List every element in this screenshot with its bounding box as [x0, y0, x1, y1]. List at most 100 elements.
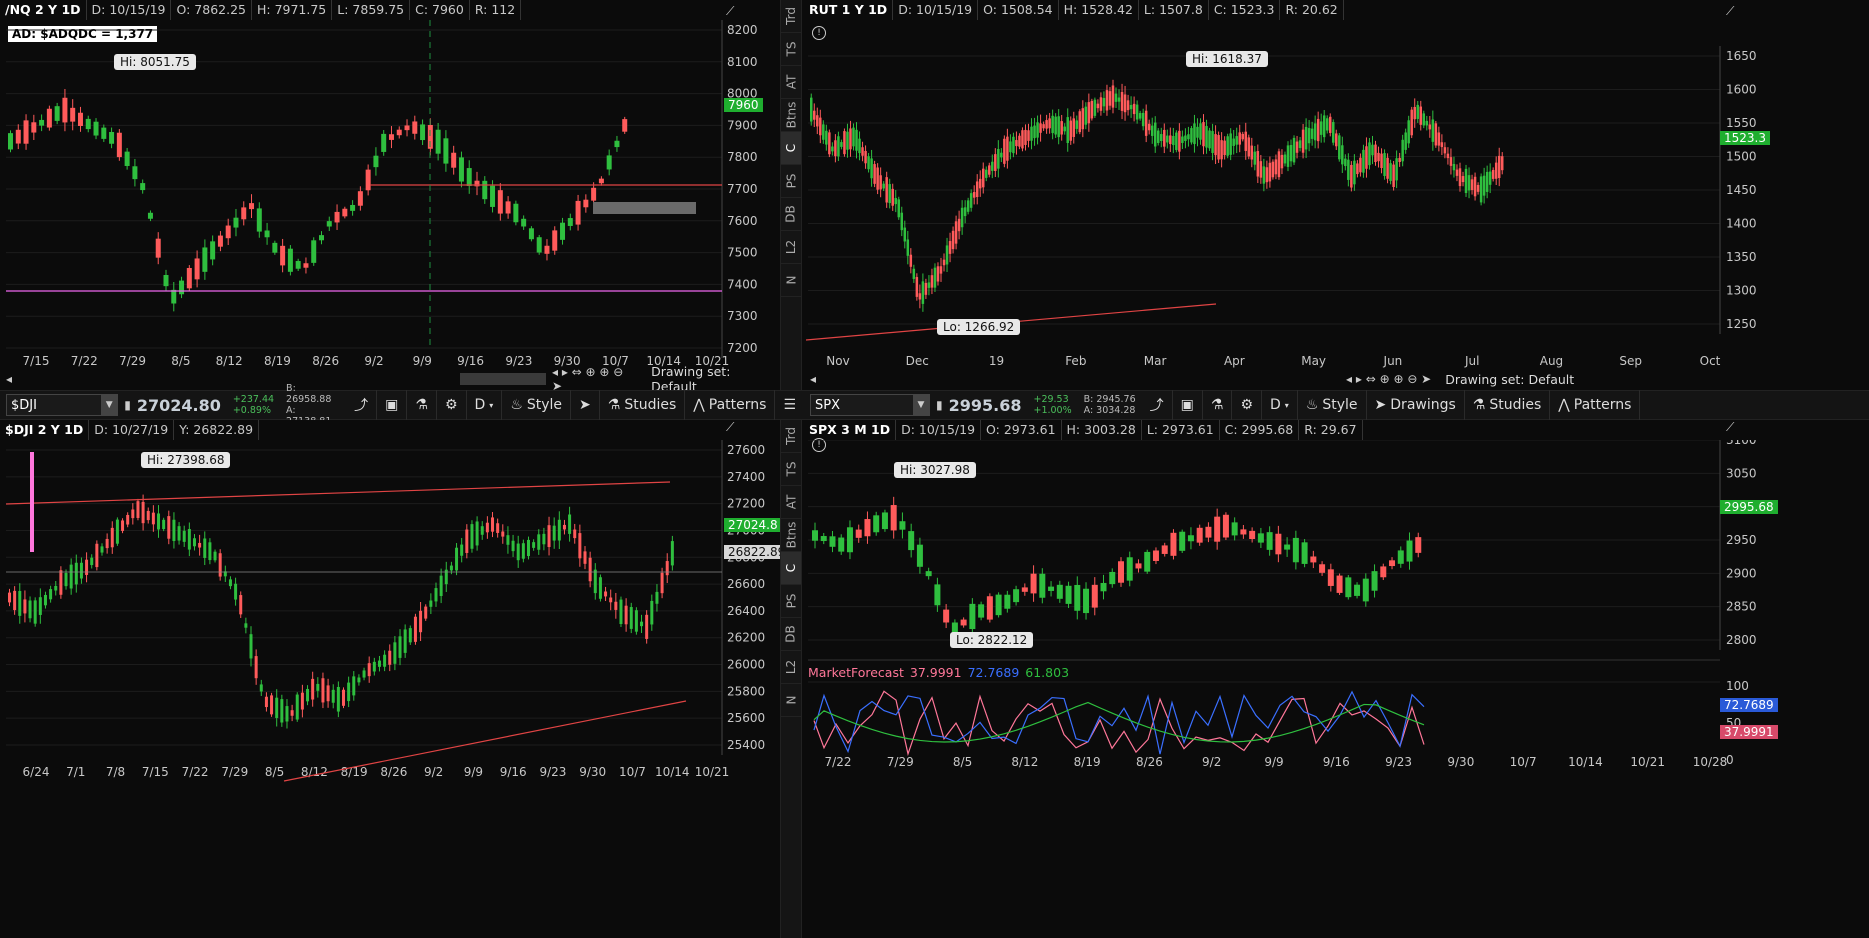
candle	[879, 175, 882, 190]
candle	[1359, 157, 1362, 173]
side-rail-tab-btns[interactable]: Btns	[781, 99, 801, 132]
studies-button[interactable]: ⚗ Studies	[1465, 390, 1551, 420]
candle	[873, 164, 876, 184]
y-tick-label: 7600	[727, 214, 758, 228]
chevron-down-icon[interactable]: ▼	[101, 395, 118, 415]
candle	[936, 266, 940, 282]
side-rail-tab-ps[interactable]: PS	[781, 165, 801, 198]
flask-icon: ⚗	[1210, 397, 1224, 413]
side-rail-tab-db[interactable]: DB	[781, 198, 801, 231]
spx-draw-icon[interactable]: ⟋	[1726, 420, 1734, 435]
dji-candles[interactable]: 2760027400272002700026800266002640026200…	[0, 440, 780, 938]
side-rail-tab-db[interactable]: DB	[781, 618, 801, 651]
candle	[816, 115, 819, 127]
candle	[1464, 168, 1468, 193]
candle	[490, 185, 496, 207]
flask-button[interactable]: ⚗	[1203, 390, 1233, 420]
style-button[interactable]: ♨ Style	[1298, 390, 1367, 420]
share-button[interactable]: ⤴	[346, 390, 378, 420]
candle	[451, 152, 457, 168]
side-rail-tab-ts[interactable]: TS	[781, 33, 801, 66]
nq-draw-icon[interactable]: ⟋	[726, 4, 734, 19]
link-icon[interactable]: ▮	[124, 398, 131, 412]
candle	[1247, 137, 1251, 157]
x-tick-label: Feb	[1065, 354, 1086, 368]
dji-symbol-input[interactable]: $DJI ▼	[6, 394, 119, 416]
patterns-button[interactable]: ⋀ Patterns	[685, 390, 776, 420]
candle	[1404, 132, 1407, 150]
side-rail-tab-btns[interactable]: Btns	[781, 519, 801, 552]
candle	[536, 237, 542, 253]
candle	[909, 254, 913, 267]
candle	[198, 542, 202, 548]
candle	[506, 535, 510, 545]
side-rail-tab-c[interactable]: C	[781, 132, 801, 165]
dji-chart-pane[interactable]: $DJI 2 Y 1D D: 10/27/19 Y: 26822.89 2760…	[0, 420, 780, 938]
side-rail-tab-c[interactable]: C	[781, 552, 801, 585]
side-rail-tab-l2[interactable]: L2	[781, 651, 801, 684]
side-rail-tab-at[interactable]: AT	[781, 66, 801, 99]
ticker-icon: ▣	[385, 397, 399, 413]
candle	[954, 221, 958, 244]
nq-chart-pane[interactable]: /NQ 2 Y 1D D: 10/15/19 O: 7862.25 H: 797…	[0, 0, 780, 390]
nq-hi-label: Hi: 8051.75	[114, 54, 196, 70]
rut-scroll-left-icon[interactable]: ◂	[810, 372, 816, 386]
y-tick-label: 8100	[727, 55, 758, 69]
side-rail-tab-ps[interactable]: PS	[781, 585, 801, 618]
period-button[interactable]: D ▾	[467, 390, 503, 420]
cursor-button[interactable]: ➤	[571, 390, 600, 420]
rut-chart-pane[interactable]: RUT 1 Y 1D D: 10/15/19 O: 1508.54 H: 152…	[804, 0, 1869, 390]
nq-close: C: 7960	[410, 0, 470, 20]
x-tick-label: 7/15	[142, 765, 169, 779]
spx-candles[interactable]: 31003050300029502900285028007/227/298/58…	[804, 440, 1869, 938]
side-rail-tab-n[interactable]: N	[781, 684, 801, 717]
candle	[846, 527, 853, 553]
scroll-arrows-icon[interactable]: ◂ ▸ ⇔ ⊕ ⊕ ⊖ ➤	[552, 365, 637, 390]
side-rail-tab-trd[interactable]: Trd	[781, 420, 801, 453]
candle	[1083, 588, 1090, 614]
x-tick-label: 8/26	[1136, 755, 1163, 769]
flask-button[interactable]: ⚗	[407, 390, 437, 420]
ticker-button[interactable]: ▣	[1173, 390, 1203, 420]
side-rail-tab-ts[interactable]: TS	[781, 453, 801, 486]
nq-bottom-bar: ◂ ◂ ▸ ⇔ ⊕ ⊕ ⊖ ➤ Drawing set: Default	[0, 364, 780, 390]
chevron-down-icon[interactable]: ▼	[913, 395, 929, 415]
link-icon[interactable]: ▮	[936, 398, 943, 412]
side-rail-tab-at[interactable]: AT	[781, 486, 801, 519]
nq-candles[interactable]: 8200810080007900780077007600750074007300…	[0, 20, 780, 390]
side-rail-tab-trd[interactable]: Trd	[781, 0, 801, 33]
spx-range: R: 29.67	[1299, 420, 1363, 440]
spx-study-header: MarketForecast 37.9991 72.7689 61.803	[808, 665, 1069, 680]
period-button[interactable]: D ▾	[1262, 390, 1298, 420]
candle	[347, 682, 351, 702]
candle	[567, 218, 573, 226]
style-button[interactable]: ♨ Style	[502, 390, 572, 420]
ticker-button[interactable]: ▣	[377, 390, 408, 420]
studies-button[interactable]: ⚗ Studies	[600, 390, 686, 420]
candle	[1413, 107, 1416, 120]
menu-button[interactable]: ☰	[775, 390, 804, 420]
scroll-left-icon[interactable]: ◂	[6, 372, 12, 386]
share-button[interactable]: ⤴	[1142, 390, 1173, 420]
spx-chart-pane[interactable]: SPX 3 M 1D D: 10/15/19 O: 2973.61 H: 300…	[804, 420, 1869, 938]
drawings-button[interactable]: ➤ Drawings	[1367, 390, 1465, 420]
candle	[598, 178, 604, 184]
side-rail-tab-n[interactable]: N	[781, 264, 801, 297]
nq-scrollbar[interactable]	[460, 373, 546, 385]
nq-drawing-set[interactable]: Drawing set: Default	[651, 364, 780, 390]
candle	[383, 654, 387, 667]
spx-symbol-input[interactable]: SPX ▼	[810, 394, 930, 416]
candle	[1170, 532, 1177, 556]
rut-drawing-set[interactable]: Drawing set: Default	[1445, 372, 1574, 387]
rut-scroll-arrows-icon[interactable]: ◂ ▸ ⇔ ⊕ ⊕ ⊖ ➤	[1346, 372, 1431, 386]
candle	[1397, 550, 1404, 564]
y-tick-label: 27400	[727, 470, 765, 484]
patterns-button[interactable]: ⋀ Patterns	[1550, 390, 1641, 420]
settings-button[interactable]: ⚙	[1232, 390, 1263, 420]
settings-button[interactable]: ⚙	[437, 390, 467, 420]
dji-draw-icon[interactable]: ⟋	[726, 420, 734, 435]
candle	[812, 530, 818, 541]
rut-draw-icon[interactable]: ⟋	[1726, 4, 1734, 19]
candle	[521, 218, 527, 227]
side-rail-tab-l2[interactable]: L2	[781, 231, 801, 264]
